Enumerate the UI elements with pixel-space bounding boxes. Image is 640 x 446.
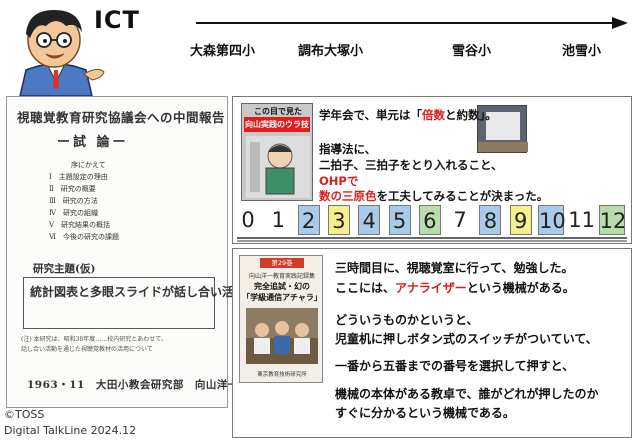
- toc-item: Ⅵ 今後の研究の課題: [49, 233, 120, 241]
- toc-item: Ⅲ 研究の方法: [49, 197, 98, 205]
- analyzer-machine-panel: 第29巻 向山洋一教育実践記録集 完全追試・幻の 「学級通信アチャラ」 東京教育…: [232, 248, 632, 438]
- toc-item: Ⅳ 研究の組織: [49, 209, 98, 217]
- number-3: 3: [327, 205, 350, 235]
- number-line: 0 1 2 3 4 5 6 7 8 9 10 11 12: [233, 205, 633, 245]
- document-notes: (注) 本研究は、昭和38年度……校内研究とあわせて、 話し合い活動を通じた視聴…: [21, 335, 167, 355]
- school-chofu-otsuka: 調布大塚小: [298, 44, 364, 59]
- page-title: ICT: [94, 6, 140, 34]
- number-7: 7: [453, 208, 467, 232]
- book-cover-title: 向山実践のウラ技: [244, 117, 310, 132]
- school-omori-daiyon: 大森第四小: [190, 44, 256, 59]
- document-footer: 1963・11 大田小教会研究部 向山洋一: [27, 379, 239, 391]
- book-cover-art-icon: [250, 142, 295, 195]
- analyzer-line-3: どういうものかというと、: [335, 313, 479, 327]
- number-8: 8: [479, 205, 502, 235]
- note-line: (注) 本研究は、昭和38年度……校内研究とあわせて、: [21, 336, 167, 343]
- copyright-watermark: ©TOSS: [4, 408, 45, 421]
- number-12: 12: [598, 205, 626, 235]
- book-publisher: 東京教育技術研究所: [257, 372, 307, 378]
- school-ikeyuki: 池雪小: [562, 44, 602, 59]
- timeline-arrow: [196, 17, 628, 29]
- number-6: 6: [418, 205, 441, 235]
- text-line-4: OHPで: [319, 174, 359, 188]
- toc-item: Ⅱ 研究の概要: [49, 185, 96, 193]
- analyzer-line-5: 一番から五番までの番号を選択して押すと、: [335, 359, 575, 373]
- interim-report-document: 視聴覚教育研究協議会への中間報告 ー試 論ー 序にかえて Ⅰ 主題設定の理由 Ⅱ…: [6, 96, 365, 408]
- number-2: 2: [297, 205, 320, 235]
- number-11: 11: [568, 208, 596, 232]
- number-9: 9: [509, 205, 532, 235]
- research-theme-box: 統計図表と多眼スライドが話し合い活動に与える影響について: [23, 277, 365, 329]
- book-cover-illustration: [246, 136, 310, 198]
- toc-heading: 序にかえて: [71, 161, 106, 169]
- book-series: 向山洋一教育実践記録集: [248, 273, 315, 280]
- multiples-lesson-panel: この目で見た 向山実践のウラ技 学年会で、単元は「倍数と約数」。 指導法に、 二…: [232, 96, 632, 244]
- note-line: 話し合い活動を通じた視聴覚教材の活用について: [21, 346, 153, 353]
- number-10: 10: [538, 205, 566, 235]
- number-5: 5: [388, 205, 411, 235]
- event-watermark: Digital TalkLine 2024.12: [4, 424, 137, 437]
- book-cover-heading: この目で見た: [254, 107, 302, 116]
- classroom-photo: [246, 308, 318, 364]
- document-title: 視聴覚教育研究協議会への中間報告: [17, 110, 226, 125]
- number-4: 4: [358, 205, 381, 235]
- text-line-5: 数の三原色を工夫してみることが決まった。: [319, 189, 549, 203]
- book-cover-achara: 第29巻 向山洋一教育実践記録集 完全追試・幻の 「学級通信アチャラ」 東京教育…: [239, 255, 323, 383]
- text-line-1: 学年会で、単元は「倍数と約数」。: [319, 108, 497, 122]
- document-toc: 序にかえて Ⅰ 主題設定の理由 Ⅱ 研究の概要 Ⅲ 研究の方法 Ⅳ 研究の組織 …: [49, 159, 119, 243]
- toc-item: Ⅴ 研究結果の概括: [49, 221, 111, 229]
- text-line-3: 二拍子、三拍子をとり入れること、: [319, 158, 503, 172]
- book-volume-tag: 第29巻: [260, 258, 304, 268]
- text-line-2: 指導法に、: [319, 142, 377, 156]
- desk: [478, 142, 528, 152]
- book-cover-urawaza: この目で見た 向山実践のウラ技: [241, 103, 313, 201]
- analyzer-line-1: 三時間目に、視聴覚室に行って、勉強した。: [335, 261, 574, 275]
- analyzer-line-7: すぐに分かるという機械である。: [335, 406, 515, 420]
- analyzer-line-4: 児童机に押しボタン式のスイッチがついていて、: [335, 332, 598, 346]
- book-title-line2: 「学級通信アチャラ」: [242, 293, 322, 302]
- document-subtitle: ー試 論ー: [57, 135, 129, 150]
- number-0: 0: [241, 208, 255, 232]
- research-theme-label: 研究主題(仮): [33, 263, 96, 275]
- classroom-photo-icon: [246, 321, 318, 364]
- school-yukigaya: 雪谷小: [452, 44, 492, 59]
- teacher-mascot-illustration: [19, 10, 105, 96]
- analyzer-line-6: 機械の本体がある教卓で、誰がどれが押したのか: [335, 387, 599, 401]
- analyzer-line-2: ここには、アナライザーという機械がある。: [335, 281, 575, 295]
- book-title-line1: 完全追試・幻の: [254, 282, 310, 291]
- number-1: 1: [271, 208, 285, 232]
- toc-item: Ⅰ 主題設定の理由: [49, 173, 108, 181]
